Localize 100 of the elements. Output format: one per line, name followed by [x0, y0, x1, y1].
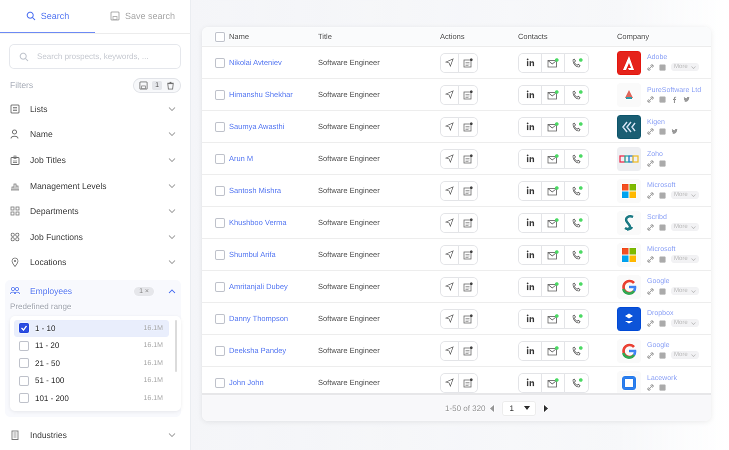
save-icon[interactable] — [139, 80, 148, 90]
chevron-icon — [168, 234, 176, 240]
send-button[interactable] — [441, 182, 459, 200]
send-button[interactable] — [441, 214, 459, 232]
email-verified-icon — [547, 58, 559, 68]
send-button[interactable] — [441, 150, 459, 168]
linkedin-button[interactable] — [519, 374, 542, 392]
caret-icon — [690, 66, 696, 68]
range-label: Predefined range — [9, 302, 72, 314]
caret-icon — [690, 226, 696, 228]
company-logo-icon — [617, 114, 641, 138]
filter-item[interactable]: Departments — [5, 198, 181, 224]
linkedin-button[interactable] — [519, 310, 542, 328]
phone-verified-icon — [570, 122, 582, 132]
sidebar-tab[interactable]: Search — [0, 0, 95, 33]
send-button[interactable] — [441, 118, 459, 136]
linkedin-button[interactable] — [519, 150, 542, 168]
building-icon — [10, 430, 20, 440]
sidebar-tab[interactable]: Save search — [95, 0, 190, 33]
facebook-icon[interactable] — [671, 96, 678, 102]
phone-verified-icon — [570, 314, 582, 324]
linkedin-button[interactable] — [519, 278, 542, 296]
phone-verified-icon — [570, 250, 582, 260]
link-icon[interactable] — [647, 320, 654, 326]
send-button[interactable] — [441, 246, 459, 264]
linkedin-button[interactable] — [519, 246, 542, 264]
send-button[interactable] — [441, 278, 459, 296]
pagination-range: 1-50 of 320 — [445, 404, 486, 412]
company-logo-icon — [617, 306, 641, 330]
phone-verified-icon — [570, 154, 582, 164]
send-button[interactable] — [441, 86, 459, 104]
linkedin-button[interactable] — [519, 118, 542, 136]
send-icon — [445, 186, 454, 195]
send-button[interactable] — [441, 54, 459, 72]
email-verified-icon — [547, 250, 559, 260]
twitter-icon[interactable] — [683, 96, 690, 102]
link-icon[interactable] — [647, 224, 654, 230]
chevron-icon — [168, 106, 176, 112]
caret-icon — [690, 322, 696, 324]
search-icon — [26, 11, 36, 21]
note-icon — [463, 346, 473, 356]
send-icon — [445, 154, 454, 163]
chevron-icon — [168, 156, 176, 163]
send-button[interactable] — [441, 342, 459, 360]
link-icon[interactable] — [647, 128, 654, 134]
send-icon — [445, 90, 454, 99]
filter-item[interactable]: Lists — [5, 96, 181, 122]
chevron-icon — [168, 432, 176, 438]
linkedin-button[interactable] — [519, 182, 542, 200]
link-icon[interactable] — [647, 192, 654, 198]
linkedin-button[interactable] — [519, 214, 542, 232]
previous-page-icon[interactable] — [490, 404, 495, 412]
linkedin-button[interactable] — [519, 54, 542, 72]
phone-verified-icon — [570, 186, 582, 196]
chevron-icon — [168, 182, 176, 189]
email-verified-icon — [547, 154, 559, 164]
link-icon[interactable] — [647, 256, 654, 262]
filter-item[interactable]: Industries — [5, 422, 181, 448]
phone-verified-icon — [570, 378, 582, 388]
dropdown-caret-icon — [524, 406, 530, 410]
twitter-icon[interactable] — [671, 128, 678, 134]
filter-item[interactable]: Job Titles — [5, 147, 181, 173]
range-label-text: 101 - 200 — [35, 394, 70, 403]
email-verified-icon — [547, 378, 559, 388]
filter-item[interactable]: Job Functions — [5, 224, 181, 250]
caret-icon — [690, 290, 696, 292]
linkedin-button[interactable] — [519, 86, 542, 104]
link-icon[interactable] — [647, 352, 654, 358]
filter-item[interactable]: Management Levels — [5, 172, 181, 198]
filter-item[interactable]: Name — [5, 122, 181, 148]
send-icon — [445, 122, 454, 131]
send-icon — [445, 250, 454, 259]
email-verified-icon — [547, 314, 559, 324]
company-logo-icon — [617, 50, 641, 74]
trash-icon[interactable] — [166, 80, 175, 90]
link-icon[interactable] — [647, 64, 654, 70]
chevron-icon — [168, 259, 176, 266]
caret-icon — [690, 258, 696, 260]
link-icon[interactable] — [647, 288, 654, 294]
note-icon — [463, 250, 473, 260]
send-icon — [445, 378, 454, 387]
checkbox[interactable] — [19, 323, 29, 334]
link-icon[interactable] — [647, 96, 654, 102]
chevron-icon — [168, 288, 176, 294]
linkedin-button[interactable] — [519, 342, 542, 360]
phone-verified-icon — [570, 90, 582, 100]
list-icon — [10, 104, 20, 114]
filter-item[interactable]: Locations — [5, 250, 181, 276]
levels-icon — [10, 180, 20, 191]
note-icon — [463, 90, 473, 100]
page-select[interactable]: 1 — [502, 400, 536, 416]
next-page-icon[interactable] — [542, 404, 548, 412]
note-icon — [463, 122, 473, 132]
org-icon — [10, 206, 20, 216]
link-icon[interactable] — [647, 160, 654, 166]
send-button[interactable] — [441, 374, 459, 392]
note-icon — [463, 58, 473, 68]
send-button[interactable] — [441, 310, 459, 328]
send-icon — [445, 282, 454, 291]
link-icon[interactable] — [647, 384, 654, 390]
